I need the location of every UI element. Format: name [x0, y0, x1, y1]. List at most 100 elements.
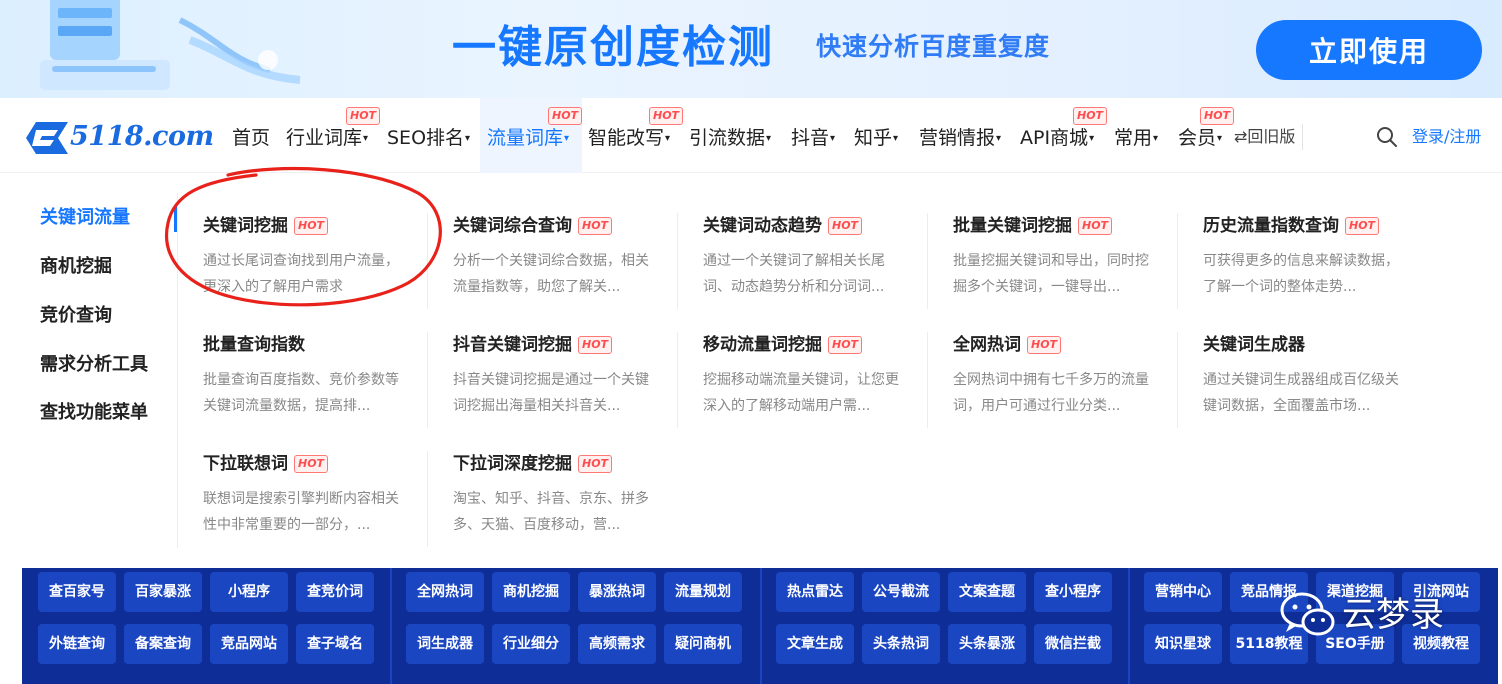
chevron-down-icon: ▾: [1153, 132, 1159, 144]
card-title: 批量关键词挖掘 HOT: [953, 214, 1113, 238]
chevron-down-icon: ▾: [1089, 132, 1095, 144]
quick-link-backlinks[interactable]: 外链查询: [38, 624, 116, 664]
wechat-icon: [1280, 592, 1335, 636]
nav-item-seo-ranking[interactable]: SEO排名▾: [387, 124, 470, 152]
quick-link-baijia-surge[interactable]: 百家暴涨: [124, 572, 202, 612]
quick-link-hot-words[interactable]: 全网热词: [406, 572, 484, 612]
chevron-down-icon: ▾: [564, 132, 570, 144]
tool-card-batch-keyword-mining[interactable]: 批量关键词挖掘 HOT 批量挖掘关键词和导出，同时挖掘多个关键词，一键导出...: [953, 214, 1203, 324]
quick-link-marketing-center[interactable]: 营销中心: [1144, 572, 1222, 612]
nav-item-common[interactable]: 常用▾: [1114, 124, 1158, 152]
use-now-button[interactable]: 立即使用: [1256, 20, 1482, 80]
chevron-down-icon: ▾: [766, 132, 772, 144]
card-description: 联想词是搜索引擎判断内容相关性中非常重要的一部分，...: [203, 491, 399, 533]
card-title: 关键词生成器: [1203, 335, 1305, 355]
tool-card-deep-suggest-mining[interactable]: 下拉词深度挖掘 HOT 淘宝、知乎、抖音、京东、拼多多、天猫、百度移动，营...: [453, 452, 703, 562]
card-divider: [427, 332, 428, 428]
quick-link-toutiao-words[interactable]: 头条热词: [862, 624, 940, 664]
quick-link-knowledge-planet[interactable]: 知识星球: [1144, 624, 1222, 664]
login-register-link[interactable]: 登录/注册: [1412, 126, 1481, 148]
quick-link-toutiao-surge[interactable]: 头条暴涨: [948, 624, 1026, 664]
quick-link-word-generator[interactable]: 词生成器: [406, 624, 484, 664]
hot-badge: HOT: [578, 455, 613, 473]
card-description: 通过长尾词查询找到用户流量，更深入的了解用户需求: [203, 253, 399, 295]
tool-card-batch-index[interactable]: 批量查询指数 批量查询百度指数、竞价参数等关键词流量数据，提高排...: [203, 333, 453, 443]
tool-card-keyword-mining[interactable]: 关键词挖掘 HOT 通过长尾词查询找到用户流量，更深入的了解用户需求: [203, 214, 453, 324]
hot-badge: HOT: [828, 217, 863, 235]
site-logo-text[interactable]: 5118.com: [70, 121, 214, 152]
card-divider: [677, 213, 678, 309]
banner-subtitle: 快速分析百度重复度: [816, 32, 1051, 61]
nav-item-traffic-lexicon[interactable]: 流量词库▾: [487, 124, 569, 152]
nav-item-smart-rewrite[interactable]: 智能改写▾: [588, 124, 670, 152]
sidebar-item-business-mining[interactable]: 商机挖掘: [40, 255, 112, 279]
quick-link-subdomains[interactable]: 查子域名: [296, 624, 374, 664]
card-title: 关键词挖掘 HOT: [203, 214, 329, 238]
card-description: 通过一个关键词了解相关长尾词、动态趋势分析和分词词...: [703, 253, 885, 295]
sidebar-item-bidding-query[interactable]: 竞价查询: [40, 304, 112, 328]
chevron-down-icon: ▾: [830, 132, 836, 144]
quick-link-wechat-intercept[interactable]: 微信拦截: [1034, 624, 1112, 664]
hot-badge: HOT: [1027, 336, 1062, 354]
chevron-down-icon: ▾: [363, 132, 369, 144]
quick-link-baijiahao[interactable]: 查百家号: [38, 572, 116, 612]
nav-item-traffic-data[interactable]: 引流数据▾: [689, 124, 771, 152]
quick-link-surge-words[interactable]: 暴涨热词: [578, 572, 656, 612]
card-title: 历史流量指数查询 HOT: [1203, 214, 1380, 238]
quick-link-business-mining[interactable]: 商机挖掘: [492, 572, 570, 612]
tool-card-suggest-words[interactable]: 下拉联想词 HOT 联想词是搜索引擎判断内容相关性中非常重要的一部分，...: [203, 452, 453, 562]
tool-card-mobile-traffic[interactable]: 移动流量词挖掘 HOT 挖掘移动端流量关键词，让您更深入的了解移动端用户需...: [703, 333, 953, 443]
chevron-down-icon: ▾: [893, 132, 899, 144]
quick-link-competitor-sites[interactable]: 竞品网站: [210, 624, 288, 664]
tool-card-keyword-trend[interactable]: 关键词动态趋势 HOT 通过一个关键词了解相关长尾词、动态趋势分析和分词词...: [703, 214, 953, 324]
nav-divider: [1302, 124, 1303, 150]
chevron-down-icon: ▾: [465, 132, 471, 144]
card-divider: [427, 451, 428, 547]
quick-link-icp[interactable]: 备案查询: [124, 624, 202, 664]
card-description: 批量挖掘关键词和导出，同时挖掘多个关键词，一键导出...: [953, 253, 1149, 295]
search-icon[interactable]: [1376, 126, 1398, 148]
quick-link-hot-radar[interactable]: 热点雷达: [776, 572, 854, 612]
sidebar-item-find-menu[interactable]: 查找功能菜单: [40, 401, 148, 425]
card-divider: [1177, 332, 1178, 428]
nav-item-marketing-intel[interactable]: 营销情报▾: [919, 124, 1001, 152]
old-version-link[interactable]: ⇄回旧版: [1234, 126, 1295, 148]
quick-link-bid-words[interactable]: 查竞价词: [296, 572, 374, 612]
quick-link-traffic-plan[interactable]: 流量规划: [664, 572, 742, 612]
card-divider: [927, 332, 928, 428]
quick-link-question-business[interactable]: 疑问商机: [664, 624, 742, 664]
quick-link-find-mini-program[interactable]: 查小程序: [1034, 572, 1112, 612]
hot-badge: HOT: [828, 336, 863, 354]
hot-badge: HOT: [649, 107, 684, 125]
card-description: 通过关键词生成器组成百亿级关键词数据，全面覆盖市场...: [1203, 372, 1399, 414]
hot-badge: HOT: [294, 455, 329, 473]
nav-item-industry-lexicon[interactable]: 行业词库▾: [286, 124, 368, 152]
card-title: 移动流量词挖掘 HOT: [703, 333, 863, 357]
quick-link-official-account[interactable]: 公号截流: [862, 572, 940, 612]
sidebar-divider: [177, 193, 178, 548]
quick-link-high-freq-demand[interactable]: 高频需求: [578, 624, 656, 664]
hot-badge: HOT: [1073, 107, 1108, 125]
card-title: 关键词动态趋势 HOT: [703, 214, 863, 238]
tool-card-douyin-keyword[interactable]: 抖音关键词挖掘 HOT 抖音关键词挖掘是通过一个关键词挖掘出海量相关抖音关...: [453, 333, 703, 443]
chevron-down-icon: ▾: [1217, 132, 1223, 144]
sidebar-item-keyword-traffic[interactable]: 关键词流量: [40, 206, 130, 230]
hot-badge: HOT: [1200, 107, 1235, 125]
nav-item-douyin[interactable]: 抖音▾: [791, 124, 835, 152]
nav-item-home[interactable]: 首页: [232, 124, 270, 152]
tool-card-keyword-generator[interactable]: 关键词生成器 通过关键词生成器组成百亿级关键词数据，全面覆盖市场...: [1203, 333, 1453, 443]
quick-link-copy-topics[interactable]: 文案查题: [948, 572, 1026, 612]
quick-link-article-generator[interactable]: 文章生成: [776, 624, 854, 664]
group-divider: [390, 568, 392, 684]
tool-card-hot-words[interactable]: 全网热词 HOT 全网热词中拥有七千多万的流量词，用户可通过行业分类...: [953, 333, 1203, 443]
card-title: 抖音关键词挖掘 HOT: [453, 333, 613, 357]
tool-card-history-index[interactable]: 历史流量指数查询 HOT 可获得更多的信息来解读数据，了解一个词的整体走势...: [1203, 214, 1453, 324]
quick-link-mini-program[interactable]: 小程序: [210, 572, 288, 612]
nav-item-zhihu[interactable]: 知乎▾: [854, 124, 898, 152]
promo-banner[interactable]: 一键原创度检测 快速分析百度重复度 立即使用: [0, 0, 1502, 98]
quick-link-industry-segment[interactable]: 行业细分: [492, 624, 570, 664]
nav-item-api-store[interactable]: API商城▾: [1020, 124, 1094, 152]
tool-card-keyword-comprehensive[interactable]: 关键词综合查询 HOT 分析一个关键词综合数据，相关流量指数等，助您了解关...: [453, 214, 703, 324]
sidebar-item-demand-analysis[interactable]: 需求分析工具: [40, 353, 148, 377]
nav-item-membership[interactable]: 会员▾: [1178, 124, 1222, 152]
